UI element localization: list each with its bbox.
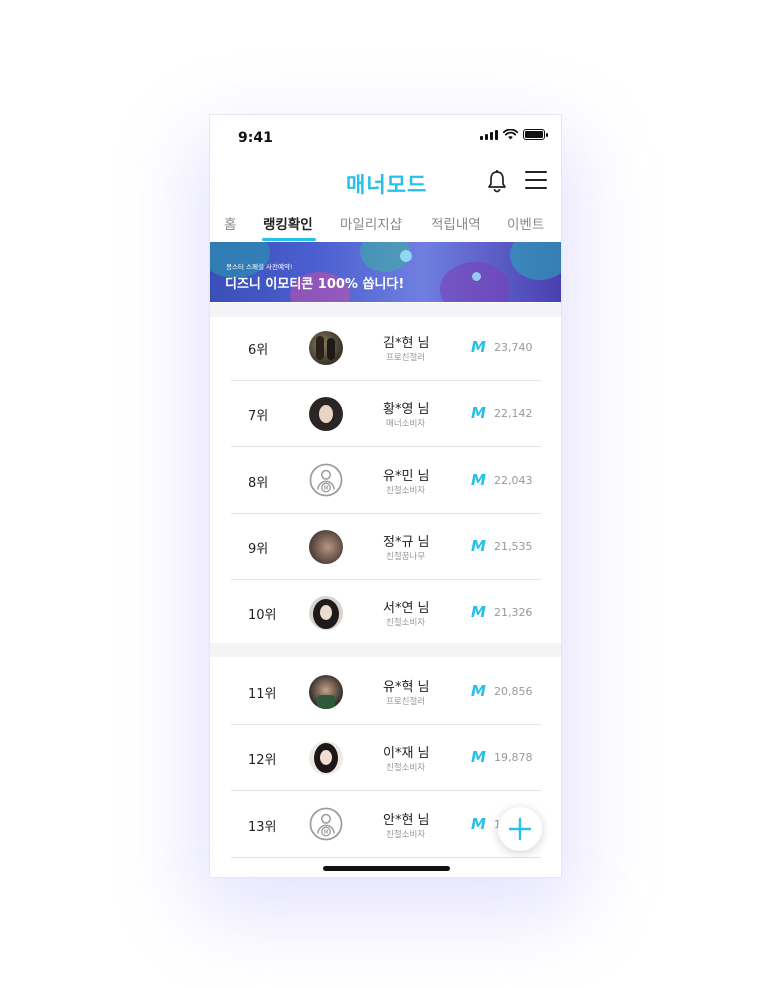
user-name: 정*규 님: [383, 535, 430, 550]
tab-earning-history[interactable]: 적립내역: [431, 213, 481, 233]
mileage-icon: M: [471, 404, 486, 422]
ranking-row[interactable]: 12위 이*재 님 친절소비자 M 19,878: [231, 725, 541, 791]
svg-text:M: M: [324, 830, 328, 836]
ranking-row[interactable]: 10위 서*연 님 친절소비자 M 21,326: [231, 580, 541, 646]
app-logo[interactable]: 매너모드: [346, 169, 427, 199]
mileage-icon: M: [471, 682, 486, 700]
tab-event[interactable]: 이벤트: [507, 213, 544, 233]
phone-screen: 9:41 매너모드 홈 랭킹확인 마일리지샵 적립내역 이벤트 몽스터 스페셜 …: [209, 114, 562, 878]
status-bar: 9:41: [210, 115, 561, 161]
banner-subtitle: 몽스터 스페셜 사전예약!: [226, 263, 293, 271]
user-grade: 프로친절러: [386, 697, 426, 707]
user-name: 이*재 님: [383, 746, 430, 761]
tab-ranking[interactable]: 랭킹확인: [263, 213, 313, 233]
rank-label: 9위: [248, 542, 269, 557]
bell-icon[interactable]: [486, 169, 508, 193]
user-name: 유*민 님: [383, 469, 430, 484]
user-points: 20,856: [494, 685, 533, 698]
mileage-icon: M: [471, 748, 486, 766]
user-points: 22,142: [494, 407, 533, 420]
user-points: 23,740: [494, 341, 533, 354]
user-grade: 친절소비자: [386, 618, 426, 628]
user-grade: 매너소비자: [386, 419, 426, 429]
user-points: 21,535: [494, 540, 533, 553]
section-divider: [210, 643, 561, 657]
user-points: 19,878: [494, 751, 533, 764]
home-indicator[interactable]: [323, 866, 450, 871]
default-avatar-icon: M: [309, 463, 343, 497]
avatar: [309, 741, 343, 775]
user-name: 서*연 님: [383, 601, 430, 616]
mileage-icon: M: [471, 471, 486, 489]
add-button[interactable]: [498, 807, 542, 851]
mileage-icon: M: [471, 338, 486, 356]
user-grade: 프로친절러: [386, 353, 426, 363]
user-name: 안*현 님: [383, 813, 430, 828]
rank-label: 6위: [248, 343, 269, 358]
status-icons: [480, 129, 548, 140]
user-name: 유*혁 님: [383, 680, 430, 695]
banner-title: 디즈니 이모티콘 100% 쏩니다!: [225, 277, 405, 292]
rank-label: 13위: [248, 820, 277, 835]
ranking-row[interactable]: 8위 M 유*민 님 친절소비자 M 22,043: [231, 447, 541, 514]
app-header: 매너모드: [210, 161, 561, 205]
signal-icon: [480, 129, 498, 140]
ranking-row[interactable]: 13위 M 안*현 님 친절소비자 M 1: [231, 791, 541, 858]
plus-icon: [508, 817, 532, 841]
user-name: 황*영 님: [383, 402, 430, 417]
user-name: 김*현 님: [383, 336, 430, 351]
mileage-icon: M: [471, 603, 486, 621]
rank-label: 11위: [248, 687, 277, 702]
rank-label: 10위: [248, 608, 277, 623]
event-banner[interactable]: 몽스터 스페셜 사전예약! 디즈니 이모티콘 100% 쏩니다!: [210, 242, 561, 302]
menu-icon[interactable]: [525, 171, 547, 189]
stage: 9:41 매너모드 홈 랭킹확인 마일리지샵 적립내역 이벤트 몽스터 스페셜 …: [0, 0, 770, 988]
ranking-row[interactable]: 6위 김*현 님 프로친절러 M 23,740: [231, 315, 541, 381]
avatar: [309, 530, 343, 564]
user-points: 21,326: [494, 606, 533, 619]
ranking-row[interactable]: 7위 황*영 님 매너소비자 M 22,142: [231, 381, 541, 447]
avatar: [309, 675, 343, 709]
rank-label: 7위: [248, 409, 269, 424]
user-grade: 친절소비자: [386, 763, 426, 773]
svg-text:M: M: [324, 486, 328, 492]
battery-icon: [523, 129, 548, 140]
status-time: 9:41: [238, 130, 273, 146]
avatar: [309, 596, 343, 630]
tab-mileage-shop[interactable]: 마일리지샵: [340, 213, 402, 233]
ranking-row[interactable]: 9위 정*규 님 친절꿈나무 M 21,535: [231, 514, 541, 580]
tab-home[interactable]: 홈: [224, 213, 236, 233]
default-avatar-icon: M: [309, 807, 343, 841]
active-tab-indicator: [262, 238, 316, 241]
rank-label: 12위: [248, 753, 277, 768]
ranking-row[interactable]: 11위 유*혁 님 프로친절러 M 20,856: [231, 659, 541, 725]
tab-bar: 홈 랭킹확인 마일리지샵 적립내역 이벤트: [210, 209, 561, 241]
avatar: [309, 397, 343, 431]
mileage-icon: M: [471, 815, 486, 833]
user-grade: 친절소비자: [386, 830, 426, 840]
avatar: [309, 331, 343, 365]
user-grade: 친절소비자: [386, 486, 426, 496]
mileage-icon: M: [471, 537, 486, 555]
user-grade: 친절꿈나무: [386, 552, 426, 562]
user-points: 22,043: [494, 474, 533, 487]
wifi-icon: [503, 129, 518, 140]
rank-label: 8위: [248, 476, 269, 491]
